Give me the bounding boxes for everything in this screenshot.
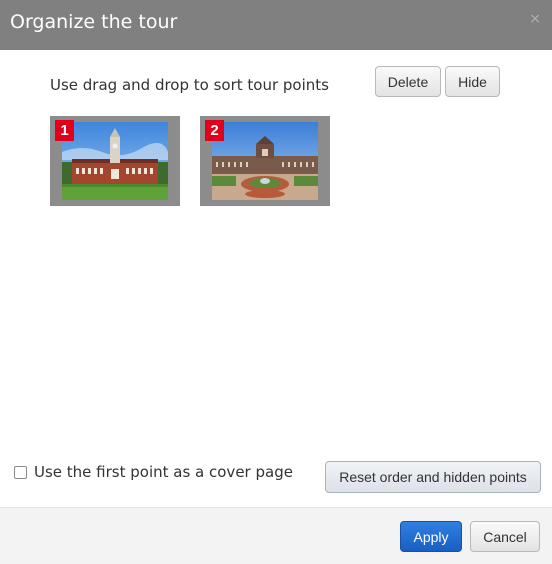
tour-point-thumbnail[interactable]: 2: [200, 116, 330, 206]
hide-button[interactable]: Hide: [445, 66, 500, 97]
dialog-titlebar: Organize the tour ×: [0, 0, 552, 50]
cover-page-checkbox[interactable]: [14, 465, 27, 479]
delete-button[interactable]: Delete: [375, 66, 441, 97]
cover-page-option: Use the first point as a cover page: [14, 463, 293, 481]
apply-button[interactable]: Apply: [400, 521, 462, 552]
tour-point-photo: [212, 122, 318, 200]
reset-order-button[interactable]: Reset order and hidden points: [325, 461, 541, 493]
close-icon[interactable]: ×: [529, 11, 541, 27]
tour-point-thumbnail[interactable]: 1: [50, 116, 180, 206]
cover-page-label: Use the first point as a cover page: [34, 463, 293, 481]
dialog-title: Organize the tour: [10, 11, 178, 33]
cancel-button[interactable]: Cancel: [470, 521, 540, 552]
tour-point-photo: [62, 122, 168, 200]
instructions-text: Use drag and drop to sort tour points: [50, 76, 329, 94]
tour-point-number-badge: 2: [205, 120, 224, 141]
tour-point-number-badge: 1: [55, 120, 74, 141]
